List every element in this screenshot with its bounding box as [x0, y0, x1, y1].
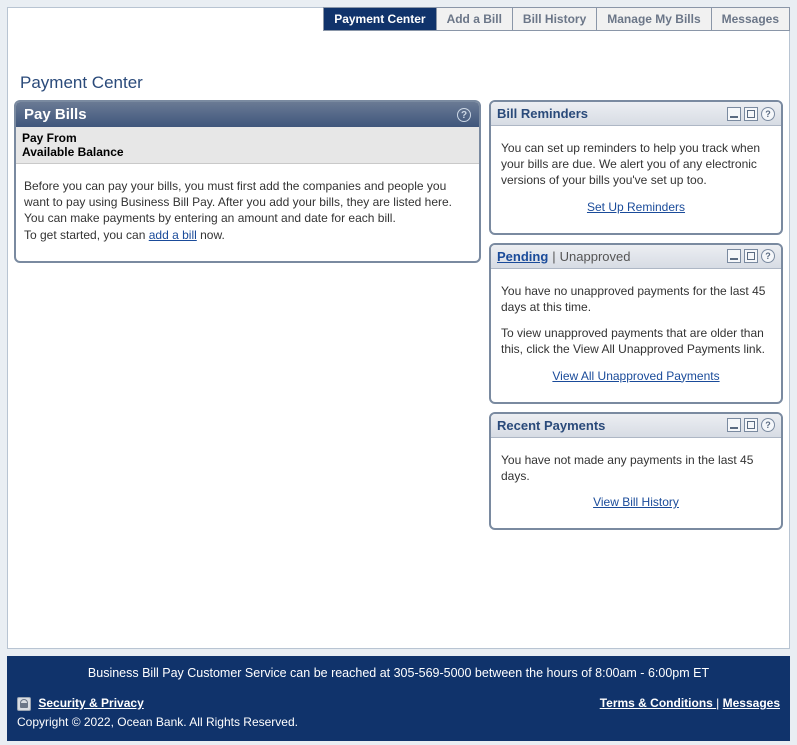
pay-from-label: Pay From: [22, 131, 473, 145]
pending-body: You have no unapproved payments for the …: [491, 269, 781, 402]
help-icon[interactable]: ?: [761, 249, 775, 263]
customer-service-text: Business Bill Pay Customer Service can b…: [17, 666, 780, 680]
left-column: Pay Bills ? Pay From Available Balance B…: [14, 100, 481, 642]
pay-bills-header: Pay Bills ?: [16, 102, 479, 127]
pending-header: Pending | Unapproved ?: [491, 245, 781, 269]
bill-reminders-text: You can set up reminders to help you tra…: [501, 140, 771, 189]
recent-payments-text: You have not made any payments in the la…: [501, 452, 771, 484]
pay-from-subheader: Pay From Available Balance: [16, 127, 479, 164]
recent-payments-title: Recent Payments: [497, 418, 605, 433]
minimize-icon[interactable]: [727, 249, 741, 263]
tab-manage-my-bills[interactable]: Manage My Bills: [597, 8, 711, 30]
terms-conditions-link[interactable]: Terms & Conditions: [600, 696, 716, 710]
get-started-suffix: now.: [197, 228, 225, 242]
tab-messages[interactable]: Messages: [712, 8, 789, 30]
footer-separator: |: [716, 696, 719, 710]
right-column: Bill Reminders ? You can set up reminder…: [489, 100, 783, 642]
tab-add-a-bill[interactable]: Add a Bill: [437, 8, 513, 30]
unapproved-tab[interactable]: Unapproved: [560, 249, 631, 264]
page-title: Payment Center: [20, 73, 143, 93]
recent-payments-widget: Recent Payments ? You have not made any …: [489, 412, 783, 531]
recent-payments-header: Recent Payments ?: [491, 414, 781, 438]
pending-text-1: You have no unapproved payments for the …: [501, 283, 771, 315]
footer-left: Security & Privacy Copyright © 2022, Oce…: [17, 696, 298, 729]
pending-widget: Pending | Unapproved ? You have no unapp…: [489, 243, 783, 404]
pay-bills-panel: Pay Bills ? Pay From Available Balance B…: [14, 100, 481, 263]
tab-payment-center[interactable]: Payment Center: [324, 8, 436, 30]
content-area: Pay Bills ? Pay From Available Balance B…: [14, 100, 783, 642]
top-tabs: Payment Center Add a Bill Bill History M…: [323, 7, 790, 31]
help-icon[interactable]: ?: [457, 108, 471, 122]
tab-bill-history[interactable]: Bill History: [513, 8, 597, 30]
lock-icon: [17, 697, 31, 711]
bill-reminders-widget: Bill Reminders ? You can set up reminder…: [489, 100, 783, 235]
pay-bills-title: Pay Bills: [24, 106, 87, 123]
maximize-icon[interactable]: [744, 107, 758, 121]
recent-payments-body: You have not made any payments in the la…: [491, 438, 781, 529]
pending-separator: |: [552, 249, 555, 264]
get-started-prefix: To get started, you can: [24, 228, 149, 242]
view-all-unapproved-link[interactable]: View All Unapproved Payments: [501, 368, 771, 384]
add-a-bill-link[interactable]: add a bill: [149, 228, 197, 242]
help-icon[interactable]: ?: [761, 418, 775, 432]
footer-messages-link[interactable]: Messages: [723, 696, 780, 710]
view-bill-history-link[interactable]: View Bill History: [501, 494, 771, 510]
security-privacy-link[interactable]: Security & Privacy: [38, 696, 143, 710]
pending-tab[interactable]: Pending: [497, 249, 548, 264]
footer-row: Security & Privacy Copyright © 2022, Oce…: [17, 696, 780, 729]
available-balance-label: Available Balance: [22, 145, 473, 159]
maximize-icon[interactable]: [744, 249, 758, 263]
bill-reminders-title: Bill Reminders: [497, 106, 588, 121]
minimize-icon[interactable]: [727, 418, 741, 432]
help-icon[interactable]: ?: [761, 107, 775, 121]
bill-reminders-header: Bill Reminders ?: [491, 102, 781, 126]
minimize-icon[interactable]: [727, 107, 741, 121]
pay-bills-intro: Before you can pay your bills, you must …: [24, 179, 452, 225]
pay-bills-body: Before you can pay your bills, you must …: [16, 164, 479, 261]
maximize-icon[interactable]: [744, 418, 758, 432]
set-up-reminders-link[interactable]: Set Up Reminders: [501, 199, 771, 215]
pending-text-2: To view unapproved payments that are old…: [501, 325, 771, 357]
bill-reminders-body: You can set up reminders to help you tra…: [491, 126, 781, 233]
main-container: Payment Center Add a Bill Bill History M…: [7, 7, 790, 649]
footer-right: Terms & Conditions | Messages: [600, 696, 780, 710]
footer: Business Bill Pay Customer Service can b…: [7, 656, 790, 741]
copyright-text: Copyright © 2022, Ocean Bank. All Rights…: [17, 715, 298, 729]
